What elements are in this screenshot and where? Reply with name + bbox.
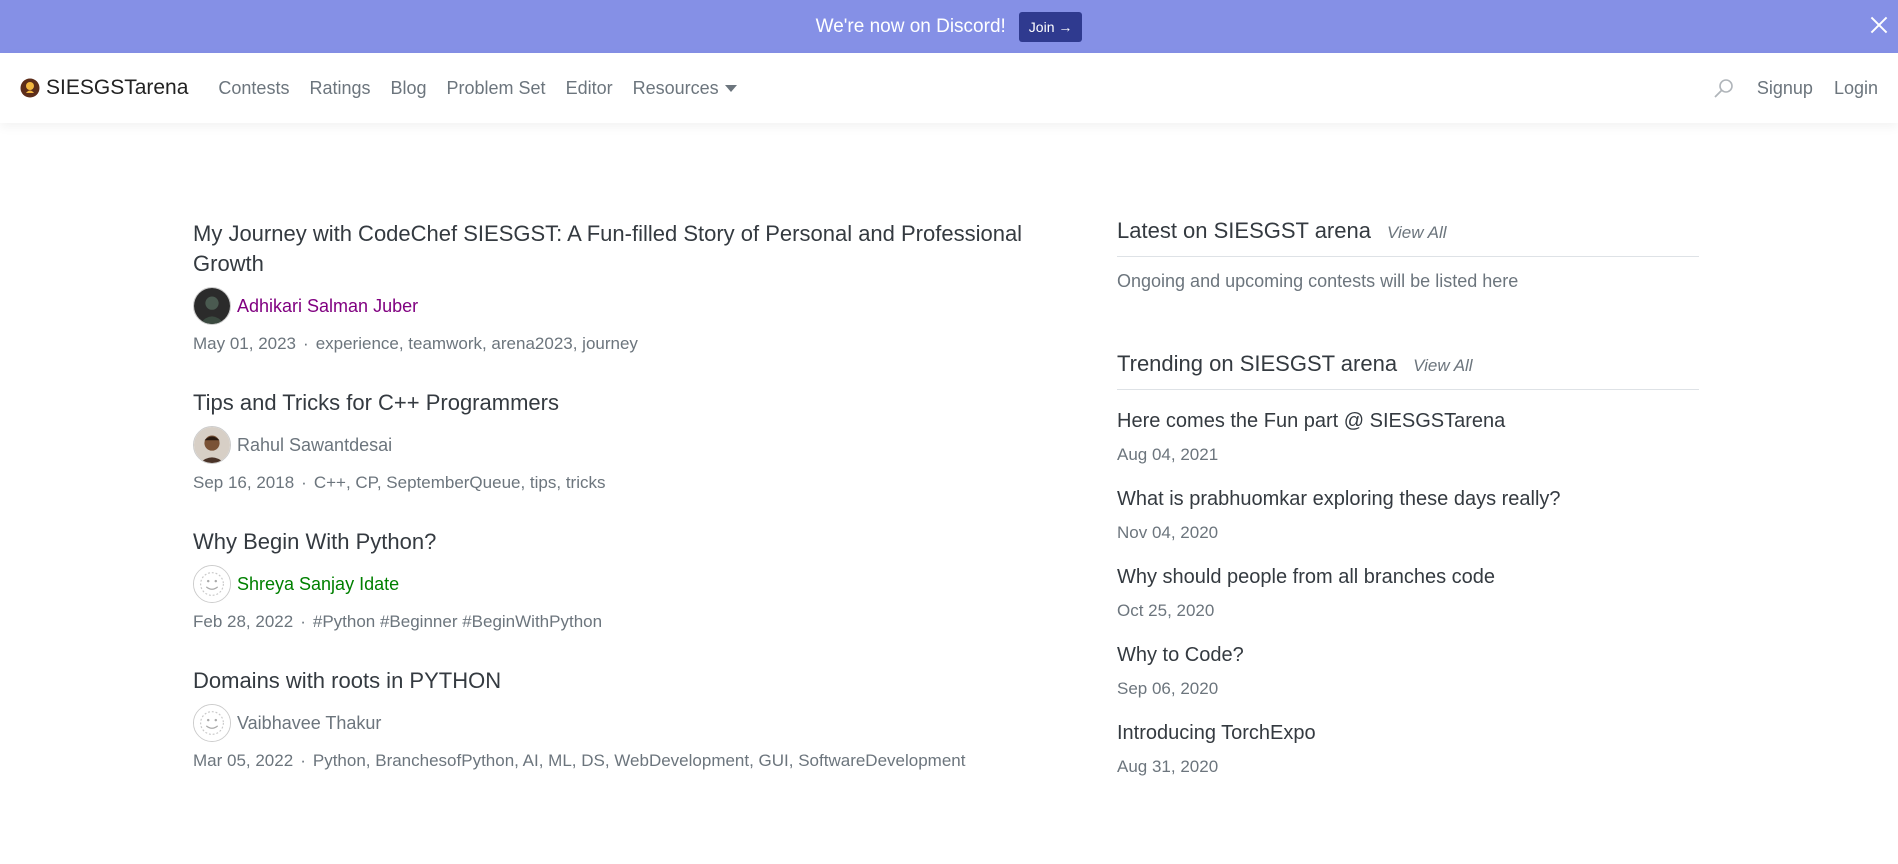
- trending-item-date: Nov 04, 2020: [1117, 523, 1219, 542]
- latest-section: Latest on SIESGST arena View All Ongoing…: [1117, 218, 1699, 292]
- latest-note: Ongoing and upcoming contests will be li…: [1117, 271, 1519, 291]
- blog-post: Tips and Tricks for C++ Programmers Rahu…: [193, 388, 1043, 493]
- post-date: Sep 16, 2018: [193, 473, 295, 492]
- author-name[interactable]: Vaibhavee Thakur: [237, 713, 381, 734]
- author-row: Vaibhavee Thakur: [193, 704, 1043, 742]
- login-link[interactable]: Login: [1834, 78, 1878, 99]
- nav-editor[interactable]: Editor: [566, 78, 613, 99]
- separator-dot: ·: [301, 473, 307, 492]
- avatar[interactable]: [193, 565, 231, 603]
- post-tags[interactable]: Python, BranchesofPython, AI, ML, DS, We…: [313, 751, 966, 770]
- top-navbar: SIESGSTarena Contests Ratings Blog Probl…: [0, 53, 1898, 123]
- author-name[interactable]: Shreya Sanjay Idate: [237, 574, 399, 595]
- trending-item-title[interactable]: Introducing TorchExpo: [1117, 722, 1699, 745]
- latest-view-all-link[interactable]: View All: [1387, 223, 1447, 243]
- blog-post-list: My Journey with CodeChef SIESGST: A Fun-…: [193, 123, 1043, 805]
- post-meta: Mar 05, 2022 · Python, BranchesofPython, A…: [193, 751, 1043, 771]
- list-item: Why should people from all branches code…: [1117, 566, 1699, 621]
- nav-blog[interactable]: Blog: [390, 78, 426, 99]
- post-title[interactable]: Why Begin With Python?: [193, 527, 1043, 557]
- trending-title: Trending on SIESGST arena: [1117, 351, 1398, 376]
- post-title[interactable]: My Journey with CodeChef SIESGST: A Fun-…: [193, 219, 1043, 279]
- post-tags[interactable]: experience, teamwork, arena2023, journey: [316, 334, 638, 353]
- author-row: Rahul Sawantdesai: [193, 426, 1043, 464]
- trending-item-date: Oct 25, 2020: [1117, 601, 1215, 620]
- separator-dot: ·: [303, 334, 309, 353]
- sidebar: Latest on SIESGST arena View All Ongoing…: [1117, 123, 1699, 805]
- list-item: Introducing TorchExpo Aug 31, 2020: [1117, 722, 1699, 777]
- join-discord-button[interactable]: Join →: [1018, 11, 1083, 42]
- post-title[interactable]: Domains with roots in PYTHON: [193, 666, 1043, 696]
- section-header: Trending on SIESGST arena View All: [1117, 351, 1699, 390]
- blog-post: Domains with roots in PYTHON Vaibhavee T…: [193, 666, 1043, 771]
- separator-dot: ·: [300, 751, 306, 770]
- trending-list: Here comes the Fun part @ SIESGSTarena A…: [1117, 410, 1699, 777]
- list-item: What is prabhuomkar exploring these days…: [1117, 488, 1699, 543]
- chevron-down-icon: [724, 84, 737, 92]
- list-item: Here comes the Fun part @ SIESGSTarena A…: [1117, 410, 1699, 465]
- trending-item-title[interactable]: Why should people from all branches code: [1117, 566, 1699, 589]
- author-name[interactable]: Rahul Sawantdesai: [237, 435, 392, 456]
- signup-link[interactable]: Signup: [1757, 78, 1813, 99]
- post-meta: May 01, 2023 · experience, teamwork, arena…: [193, 334, 1043, 354]
- search-icon[interactable]: [1712, 76, 1736, 100]
- nav-resources-label: Resources: [632, 77, 719, 98]
- post-date: Mar 05, 2022: [193, 751, 294, 770]
- announcement-banner: We're now on Discord! Join →: [0, 0, 1898, 53]
- avatar[interactable]: [193, 287, 231, 325]
- avatar[interactable]: [193, 426, 231, 464]
- trending-item-date: Aug 04, 2021: [1117, 445, 1219, 464]
- nav-problem-set[interactable]: Problem Set: [447, 78, 546, 99]
- post-tags[interactable]: C++, CP, SeptemberQueue, tips, tricks: [314, 473, 606, 492]
- brand-name: SIESGSTarena: [46, 76, 189, 99]
- main-content: My Journey with CodeChef SIESGST: A Fun-…: [0, 123, 1898, 805]
- post-title[interactable]: Tips and Tricks for C++ Programmers: [193, 388, 1043, 418]
- trending-item-title[interactable]: Why to Code?: [1117, 644, 1699, 667]
- avatar[interactable]: [193, 704, 231, 742]
- post-meta: Feb 28, 2022 · #Python #Beginner #BeginWit…: [193, 612, 1043, 632]
- trending-section: Trending on SIESGST arena View All Here …: [1117, 351, 1699, 777]
- list-item: Why to Code? Sep 06, 2020: [1117, 644, 1699, 699]
- post-date: Feb 28, 2022: [193, 612, 294, 631]
- blog-post: My Journey with CodeChef SIESGST: A Fun-…: [193, 219, 1043, 354]
- latest-title: Latest on SIESGST arena: [1117, 218, 1371, 243]
- brand[interactable]: SIESGSTarena: [20, 76, 188, 100]
- nav-links: Contests Ratings Blog Problem Set Editor…: [218, 78, 737, 99]
- trending-item-title[interactable]: Here comes the Fun part @ SIESGSTarena: [1117, 410, 1699, 433]
- trending-item-date: Sep 06, 2020: [1117, 679, 1219, 698]
- brand-logo-icon: [20, 78, 40, 98]
- nav-right: Signup Login: [1712, 76, 1878, 100]
- author-row: Shreya Sanjay Idate: [193, 565, 1043, 603]
- nav-ratings[interactable]: Ratings: [309, 78, 370, 99]
- trending-item-title[interactable]: What is prabhuomkar exploring these days…: [1117, 488, 1699, 511]
- post-meta: Sep 16, 2018 · C++, CP, SeptemberQueue, ti…: [193, 473, 1043, 493]
- author-row: Adhikari Salman Juber: [193, 287, 1043, 325]
- nav-resources-dropdown[interactable]: Resources: [633, 78, 737, 99]
- separator-dot: ·: [300, 612, 306, 631]
- trending-item-date: Aug 31, 2020: [1117, 757, 1219, 776]
- post-tags[interactable]: #Python #Beginner #BeginWithPython: [313, 612, 602, 631]
- blog-post: Why Begin With Python? Shreya Sanjay Ida…: [193, 527, 1043, 632]
- section-header: Latest on SIESGST arena View All: [1117, 218, 1699, 257]
- author-name[interactable]: Adhikari Salman Juber: [237, 296, 418, 317]
- banner-text: We're now on Discord!: [815, 15, 1006, 37]
- nav-contests[interactable]: Contests: [218, 78, 289, 99]
- post-date: May 01, 2023: [193, 334, 297, 353]
- close-icon[interactable]: [1866, 12, 1892, 38]
- trending-view-all-link[interactable]: View All: [1413, 356, 1473, 376]
